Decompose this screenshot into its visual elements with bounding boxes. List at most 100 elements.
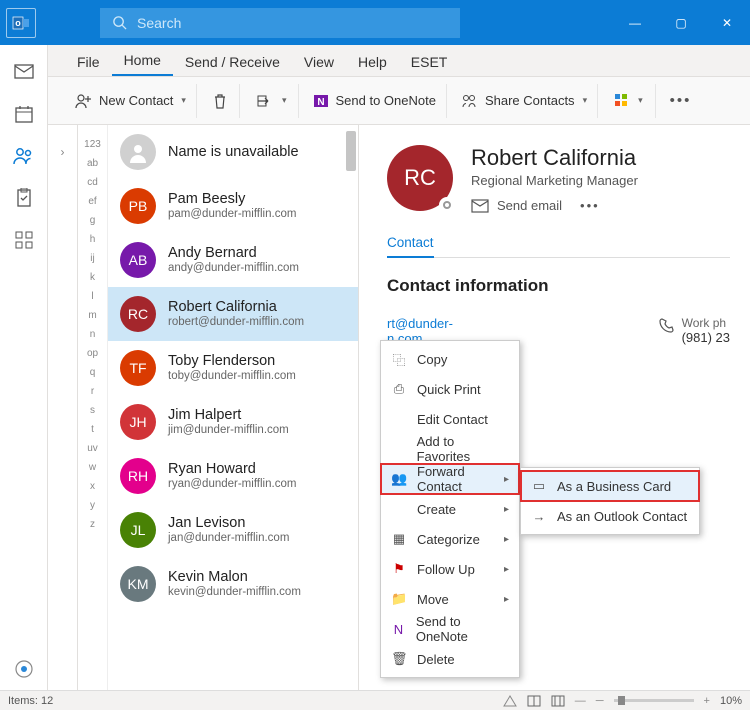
envelope-icon[interactable] (471, 199, 489, 213)
share-contacts-label: Share Contacts (485, 93, 575, 108)
ctx-label: Edit Contact (417, 412, 488, 427)
view-options-button[interactable]: ▾ (602, 84, 656, 118)
ribbon: New Contact ▾ ▾ N Send to OneNote Share … (0, 77, 750, 125)
contact-row[interactable]: JLJan Levisonjan@dunder-mifflin.com (108, 503, 358, 557)
contact-email: kevin@dunder-mifflin.com (168, 586, 301, 599)
contact-row[interactable]: KMKevin Malonkevin@dunder-mifflin.com (108, 557, 358, 611)
ctx-label: Quick Print (417, 382, 481, 397)
ctx-create[interactable]: Create▸ (381, 494, 519, 524)
alpha-k[interactable]: k (90, 272, 95, 283)
send-email-link[interactable]: Send email (497, 198, 562, 213)
contact-name: Ryan Howard (168, 461, 296, 478)
contact-email: toby@dunder-mifflin.com (168, 370, 296, 383)
view-reading-icon[interactable] (551, 695, 565, 707)
alpha-q[interactable]: q (90, 367, 96, 378)
addins-icon[interactable] (13, 658, 35, 680)
menu-file[interactable]: File (65, 48, 112, 76)
scrollbar[interactable] (346, 131, 356, 171)
share-contacts-button[interactable]: Share Contacts ▾ (451, 84, 598, 118)
ctx-move[interactable]: 📁Move▸ (381, 584, 519, 614)
send-to-onenote-button[interactable]: N Send to OneNote (303, 84, 446, 118)
calendar-icon[interactable] (13, 103, 35, 125)
tab-contact[interactable]: Contact (387, 235, 434, 258)
svg-text:o: o (15, 18, 21, 28)
ctx-sub-as-an-outlook-contact[interactable]: →As an Outlook Contact (521, 501, 699, 531)
alpha-h[interactable]: h (90, 234, 96, 245)
contact-row[interactable]: Name is unavailable (108, 125, 358, 179)
alpha-r[interactable]: r (91, 386, 94, 397)
more-options-button[interactable]: ••• (660, 84, 702, 118)
alpha-t[interactable]: t (91, 424, 94, 435)
alpha-n[interactable]: n (90, 329, 96, 340)
contact-name: Pam Beesly (168, 191, 296, 208)
alpha-y[interactable]: y (90, 500, 95, 511)
phone-icon (658, 318, 674, 346)
avatar: RH (120, 458, 156, 494)
menu-help[interactable]: Help (346, 48, 399, 76)
minimize-button[interactable]: — (612, 0, 658, 45)
work-phone-label: Work ph (682, 316, 730, 330)
folder-pane-toggle[interactable]: › (48, 125, 78, 690)
alpha-z[interactable]: z (90, 519, 95, 530)
close-button[interactable]: ✕ (704, 0, 750, 45)
alpha-ab[interactable]: ab (87, 158, 98, 169)
contact-row[interactable]: JHJim Halpertjim@dunder-mifflin.com (108, 395, 358, 449)
alpha-g[interactable]: g (90, 215, 96, 226)
alpha-uv[interactable]: uv (87, 443, 98, 454)
search-box[interactable]: Search (100, 8, 460, 38)
menu-eset[interactable]: ESET (399, 48, 460, 76)
contact-title: Regional Marketing Manager (471, 173, 638, 188)
contact-row[interactable]: RCRobert Californiarobert@dunder-mifflin… (108, 287, 358, 341)
window-controls: — ▢ ✕ (612, 0, 750, 45)
ctx-label: Move (417, 592, 449, 607)
maximize-button[interactable]: ▢ (658, 0, 704, 45)
ctx-forward-contact[interactable]: 👥Forward Contact▸ (381, 464, 519, 494)
section-contact-info: Contact information (387, 276, 730, 296)
alpha-ef[interactable]: ef (88, 196, 96, 207)
alpha-op[interactable]: op (87, 348, 98, 359)
menu-view[interactable]: View (292, 48, 346, 76)
contact-row[interactable]: ABAndy Bernardandy@dunder-mifflin.com (108, 233, 358, 287)
tasks-icon[interactable] (13, 187, 35, 209)
menu-home[interactable]: Home (112, 46, 173, 76)
mail-icon[interactable] (13, 61, 35, 83)
alpha-m[interactable]: m (88, 310, 96, 321)
alpha-l[interactable]: l (91, 291, 93, 302)
contact-name: Jan Levison (168, 515, 289, 532)
zoom-slider[interactable] (614, 699, 694, 702)
chevron-down-icon: ▾ (583, 95, 588, 106)
ctx-copy[interactable]: ⿻Copy (381, 344, 519, 374)
ctx-edit-contact[interactable]: Edit Contact (381, 404, 519, 434)
contact-row[interactable]: TFToby Flendersontoby@dunder-mifflin.com (108, 341, 358, 395)
alpha-w[interactable]: w (89, 462, 96, 473)
trash-icon (213, 93, 227, 109)
ctx-add-to-favorites[interactable]: Add to Favorites (381, 434, 519, 464)
more-apps-icon[interactable] (13, 229, 35, 251)
person-add-icon (75, 93, 93, 109)
contact-name: Toby Flenderson (168, 353, 296, 370)
ctx-sub-as-a-business-card[interactable]: ▭As a Business Card (521, 471, 699, 501)
contact-row[interactable]: PBPam Beeslypam@dunder-mifflin.com (108, 179, 358, 233)
ctx-send-to-onenote[interactable]: NSend to OneNote (381, 614, 519, 644)
ctx-categorize[interactable]: ▦Categorize▸ (381, 524, 519, 554)
alpha-x[interactable]: x (90, 481, 95, 492)
new-contact-button[interactable]: New Contact ▾ (65, 84, 197, 118)
more-actions-icon[interactable]: ••• (580, 198, 600, 213)
ctx-quick-print[interactable]: ⎙Quick Print (381, 374, 519, 404)
people-icon[interactable] (13, 145, 35, 167)
contact-row[interactable]: RHRyan Howardryan@dunder-mifflin.com (108, 449, 358, 503)
ctx-follow-up[interactable]: ⚑Follow Up▸ (381, 554, 519, 584)
alpha-index[interactable]: 123 ab cd ef gh ij klmn op qrst uv wxyz (78, 125, 108, 690)
view-normal-icon[interactable] (527, 695, 541, 707)
alpha-123[interactable]: 123 (84, 139, 101, 150)
alpha-ij[interactable]: ij (90, 253, 94, 264)
chevron-right-icon: ▸ (504, 564, 509, 575)
ctx-delete[interactable]: 🗑Delete (381, 644, 519, 674)
alpha-s[interactable]: s (90, 405, 95, 416)
contact-email: andy@dunder-mifflin.com (168, 262, 299, 275)
delete-button[interactable] (201, 84, 240, 118)
ctx-label: Forward Contact (417, 464, 494, 494)
alpha-cd[interactable]: cd (87, 177, 98, 188)
forward-button[interactable]: ▾ (244, 84, 300, 118)
menu-send-receive[interactable]: Send / Receive (173, 48, 292, 76)
